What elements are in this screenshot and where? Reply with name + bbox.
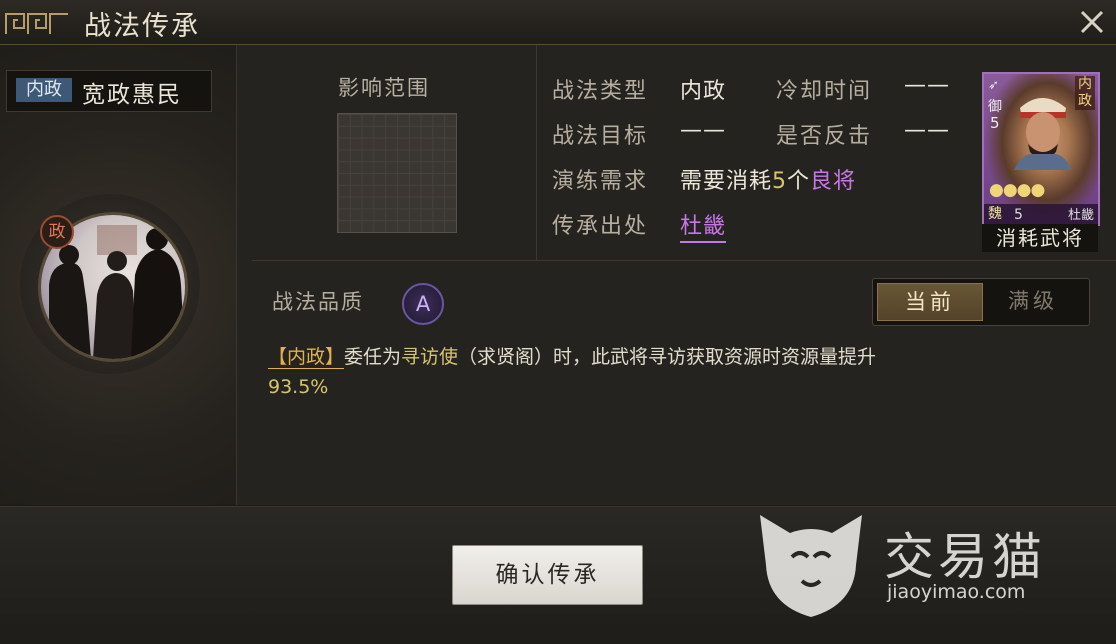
general-portrait-image <box>1014 98 1072 170</box>
practice-requirement-value: 需要消耗5个良将 <box>680 163 856 195</box>
description-highlight: 寻访使 <box>401 346 459 368</box>
watermark-name: 交易猫 <box>884 528 1046 586</box>
requirement-quality: 良将 <box>810 169 857 194</box>
practice-requirement-label: 演练需求 <box>552 169 649 194</box>
skill-target-value: —— <box>680 118 726 143</box>
skill-target-label: 战法目标 <box>552 124 649 149</box>
skill-quality-label: 战法品质 <box>272 290 364 314</box>
general-card-type: 内政 <box>1075 76 1095 110</box>
general-cost: 5 <box>1014 207 1023 223</box>
skill-name: 宽政惠民 <box>82 82 182 108</box>
confirm-inherit-button[interactable]: 确认传承 <box>452 545 643 605</box>
watermark-url: jiaoyimao.com <box>887 581 1026 603</box>
skill-type-value: 内政 <box>680 79 727 104</box>
bow-icon: ➶ <box>988 78 999 93</box>
requirement-prefix: 需要消耗 <box>680 169 773 194</box>
description-before: 委任为 <box>344 346 402 368</box>
general-troop-type: 御 <box>988 99 1002 115</box>
divider <box>536 45 537 260</box>
cooldown-value: —— <box>904 73 950 98</box>
description-after: （求贤阁）时，此武将寻访获取资源时资源量提升 <box>458 346 877 368</box>
cat-logo-icon <box>760 515 862 617</box>
skill-quality-badge: A <box>402 283 444 325</box>
tab-current[interactable]: 当前 <box>877 283 983 321</box>
requirement-count: 5 <box>772 169 788 194</box>
skill-type-tag: 内政 <box>16 78 72 102</box>
consume-general-label: 消耗武将 <box>982 224 1098 252</box>
skill-description: 【内政】委任为寻访使（求贤阁）时，此武将寻访获取资源时资源量提升 <box>268 342 876 369</box>
range-label: 影响范围 <box>338 76 430 100</box>
tab-max-level[interactable]: 满级 <box>983 283 1083 319</box>
counterattack-label: 是否反击 <box>776 124 873 149</box>
divider <box>252 260 1116 261</box>
watermark: 交易猫 jiaoyimao.com <box>750 505 1070 625</box>
general-faction: 魏 <box>988 206 1002 222</box>
counterattack-value: —— <box>904 118 950 143</box>
inherit-source-link[interactable]: 杜畿 <box>680 208 727 243</box>
general-name: 杜畿 <box>1067 208 1094 223</box>
range-grid <box>337 113 457 233</box>
close-icon[interactable] <box>1076 6 1108 38</box>
general-level: 5 <box>990 114 1000 132</box>
skill-type-label: 战法类型 <box>552 79 649 104</box>
skill-category-badge: 政 <box>40 215 74 249</box>
requirement-unit: 个 <box>787 169 811 194</box>
inherit-source-name[interactable]: 杜畿 <box>680 214 727 243</box>
general-card[interactable]: 内政 ➶ 御 5 ●●●● 魏 5 杜畿 <box>982 72 1100 226</box>
description-tag: 【内政】 <box>268 346 345 369</box>
window-title: 战法传承 <box>84 11 200 42</box>
title-bar: 战法传承 <box>0 0 1116 45</box>
description-value: 93.5% <box>268 376 329 398</box>
title-ornament-icon <box>5 13 68 34</box>
inherit-source-label: 传承出处 <box>552 214 649 239</box>
cooldown-label: 冷却时间 <box>776 79 873 104</box>
general-stars: ●●●● <box>989 180 1045 200</box>
